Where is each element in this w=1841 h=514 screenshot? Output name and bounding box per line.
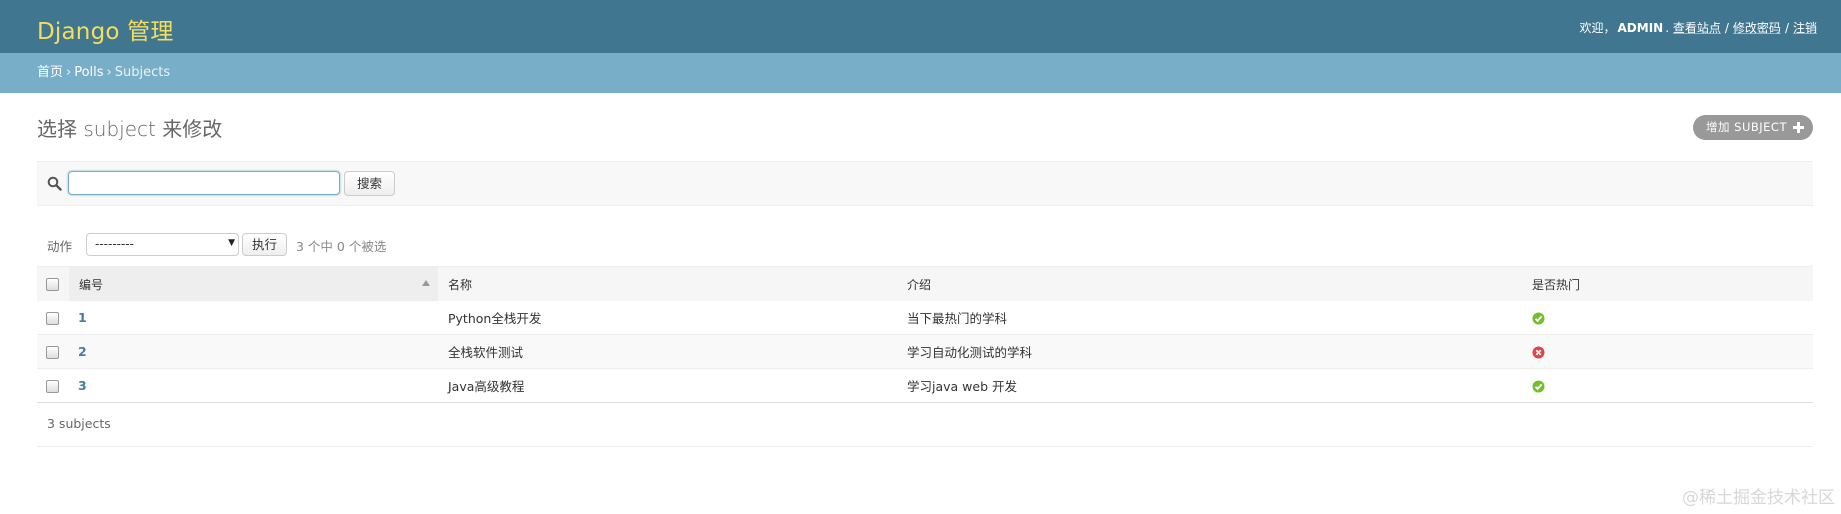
column-header-label: 是否热门 [1532, 277, 1581, 292]
action-label: 动作 [47, 239, 73, 254]
column-header-label: 名称 [448, 277, 473, 292]
search-toolbar: 搜索 [37, 161, 1813, 206]
site-brand[interactable]: Django 管理 [37, 12, 174, 46]
is-hot-cell [1522, 301, 1813, 335]
page-title: 选择 subject 来修改 [37, 117, 223, 141]
id-cell: 3 [69, 368, 438, 403]
yes-icon [1532, 380, 1545, 393]
row-checkbox[interactable] [46, 380, 59, 393]
run-action-button[interactable]: 执行 [242, 233, 287, 256]
chevron-down-icon: ▼ [228, 238, 235, 248]
column-header-label: 介绍 [907, 277, 932, 292]
username: ADMIN [1617, 21, 1664, 35]
table-row: 2 全栈软件测试 学习自动化测试的学科 [37, 334, 1813, 369]
breadcrumb-home[interactable]: 首页 [37, 65, 63, 80]
column-header-is-hot[interactable]: 是否热门 [1522, 266, 1813, 301]
result-count: 3 subjects [47, 416, 111, 431]
intro-value: 学习自动化测试的学科 [907, 345, 1033, 360]
id-cell: 1 [69, 301, 438, 335]
row-select-cell [37, 334, 69, 369]
table-row: 3 Java高级教程 学习java web 开发 [37, 368, 1813, 403]
column-header-name[interactable]: 名称 [438, 266, 897, 301]
selection-counter: 3 个中 0 个被选 [296, 239, 387, 254]
logout-link[interactable]: 注销 [1793, 21, 1817, 35]
result-table: 编号 名称 介绍 是否热门 1 Python全栈开发 当下最热门的学科 2 全栈… [37, 266, 1813, 403]
intro-cell: 当下最热门的学科 [897, 301, 1522, 335]
column-header-id[interactable]: 编号 [69, 266, 438, 301]
search-input[interactable] [68, 171, 340, 195]
table-header-row: 编号 名称 介绍 是否热门 [37, 266, 1813, 301]
breadcrumb-arrow: › [106, 65, 112, 80]
table-row: 1 Python全栈开发 当下最热门的学科 [37, 301, 1813, 335]
separator: / [1724, 21, 1729, 35]
select-all-header [37, 266, 69, 301]
breadcrumb-app[interactable]: Polls [74, 65, 103, 80]
intro-value: 当下最热门的学科 [907, 311, 1008, 326]
row-edit-link[interactable]: 2 [69, 344, 87, 359]
row-select-cell [37, 368, 69, 403]
plus-icon [1793, 122, 1804, 133]
watermark: @稀土掘金技术社区 [1682, 488, 1835, 508]
header-bar: Django 管理 欢迎， ADMIN. 查看站点 / 修改密码 / 注销 [0, 0, 1841, 53]
breadcrumb: 首页 › Polls › Subjects [0, 53, 1841, 93]
is-hot-cell [1522, 368, 1813, 403]
action-select[interactable]: --------- ▼ [86, 233, 239, 256]
action-select-value: --------- [95, 237, 134, 251]
id-cell: 2 [69, 334, 438, 369]
yes-icon [1532, 312, 1545, 325]
view-site-link[interactable]: 查看站点 [1673, 21, 1721, 35]
name-cell: Java高级教程 [438, 368, 897, 403]
row-checkbox[interactable] [46, 312, 59, 325]
row-edit-link[interactable]: 1 [69, 310, 87, 325]
breadcrumb-current: Subjects [114, 65, 171, 80]
intro-cell: 学习自动化测试的学科 [897, 334, 1522, 369]
sort-ascending-icon[interactable] [422, 280, 430, 286]
search-icon [47, 176, 62, 191]
is-hot-cell [1522, 334, 1813, 369]
intro-value: 学习java web 开发 [907, 379, 1017, 394]
row-edit-link[interactable]: 3 [69, 378, 87, 393]
select-all-checkbox[interactable] [46, 278, 59, 291]
name-value: Python全栈开发 [448, 311, 542, 326]
welcome-text: 欢迎， [1579, 21, 1616, 35]
separator: / [1784, 21, 1789, 35]
add-subject-button[interactable]: 增加 SUBJECT [1693, 115, 1813, 140]
add-subject-label: 增加 SUBJECT [1706, 120, 1787, 134]
paginator: 3 subjects [37, 404, 1813, 447]
column-header-intro[interactable]: 介绍 [897, 266, 1522, 301]
user-tools: 欢迎， ADMIN. 查看站点 / 修改密码 / 注销 [1579, 21, 1818, 35]
intro-cell: 学习java web 开发 [897, 368, 1522, 403]
name-value: Java高级教程 [448, 379, 525, 394]
name-value: 全栈软件测试 [448, 345, 524, 360]
change-password-link[interactable]: 修改密码 [1733, 21, 1781, 35]
breadcrumb-arrow: › [66, 65, 72, 80]
row-select-cell [37, 301, 69, 335]
no-icon [1532, 346, 1545, 359]
row-checkbox[interactable] [46, 346, 59, 359]
column-header-label: 编号 [79, 277, 104, 292]
actions-bar: 动作 --------- ▼ 执行 3 个中 0 个被选 [37, 230, 1813, 258]
name-cell: 全栈软件测试 [438, 334, 897, 369]
search-button[interactable]: 搜索 [344, 171, 395, 196]
name-cell: Python全栈开发 [438, 301, 897, 335]
